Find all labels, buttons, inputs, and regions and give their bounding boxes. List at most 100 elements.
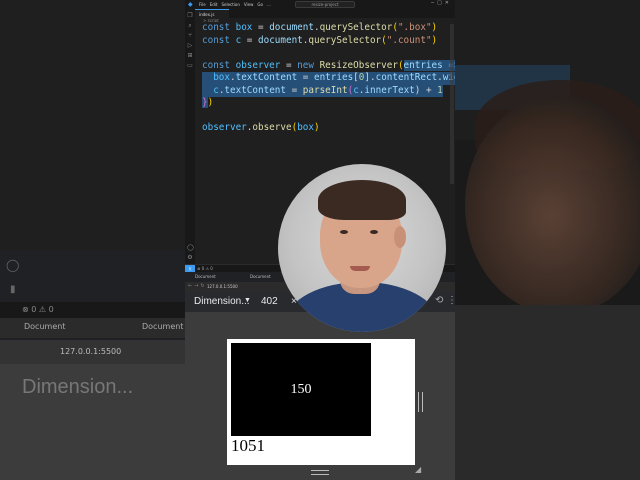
resize-handle-corner-icon[interactable]: ◢: [415, 465, 421, 474]
manage-gear-icon[interactable]: ⚙: [187, 255, 193, 261]
blurred-url: 127.0.0.1:5500: [0, 340, 185, 364]
token: querySelector: [308, 34, 382, 46]
editor-tab-bar: index.js: [195, 9, 455, 18]
token: box: [213, 72, 230, 83]
tab-index-js[interactable]: index.js: [195, 9, 229, 18]
explorer-icon[interactable]: ❐: [187, 13, 193, 19]
token: ResizeObserver: [319, 59, 398, 71]
source-control-icon[interactable]: ⑂: [187, 33, 193, 39]
token: observe: [252, 122, 292, 133]
caret-down-icon[interactable]: ▼: [244, 297, 251, 304]
background-right-blur: [455, 0, 640, 480]
code-line-6: c.textContent = parseInt(c.innerText) + …: [202, 84, 443, 97]
search-icon[interactable]: ⌕: [187, 23, 193, 29]
blurred-viewport: [455, 330, 640, 480]
token: ): [207, 97, 214, 108]
token: contentRect: [375, 72, 438, 83]
code-line-1: const box = document.querySelector(".box…: [202, 22, 437, 35]
background-left-blur: ◯ ▮ ⊗ 0 ⚠ 0 Document Document 127.0.0.1:…: [0, 0, 185, 480]
menu-edit[interactable]: Edit: [210, 2, 218, 7]
extensions-icon[interactable]: ⊞: [187, 53, 193, 59]
remote-icon[interactable]: ▭: [187, 63, 193, 69]
blurred-dimension-label: Dimension...: [22, 376, 134, 398]
token: entries: [403, 59, 443, 71]
token: observer: [235, 59, 281, 71]
menu-go[interactable]: Go: [257, 2, 263, 7]
problems-count[interactable]: ⊗ 0 ⚠ 0: [197, 266, 213, 271]
menu-selection[interactable]: Selection: [221, 2, 239, 7]
blurred-editor-area: [0, 0, 185, 250]
width-input[interactable]: 402: [261, 296, 278, 307]
presenter-eye-left: [340, 230, 348, 234]
presenter-mouth: [350, 266, 370, 271]
token: =: [280, 59, 298, 71]
token: const: [202, 34, 236, 46]
code-line-7: }): [202, 97, 213, 110]
menu-file[interactable]: File: [199, 2, 206, 7]
editor-scrollbar[interactable]: [450, 24, 454, 184]
menu-more[interactable]: ...: [267, 2, 271, 7]
token: 1: [437, 84, 443, 96]
remote-indicator-icon[interactable]: ⟩⟨: [185, 265, 195, 272]
presenter-ear: [394, 226, 406, 248]
token: innerText: [364, 84, 415, 96]
url-field[interactable]: 127.0.0.1:5500: [207, 284, 238, 289]
token: textContent: [224, 84, 286, 96]
browser-tab-document-2[interactable]: Document: [250, 274, 271, 279]
box-width-text: 150: [290, 382, 312, 397]
presenter-hair: [318, 180, 406, 220]
menu-view[interactable]: View: [244, 2, 254, 7]
token: textContent: [235, 72, 298, 83]
activity-bar: ❐ ⌕ ⑂ ▷ ⊞ ▭ ◯ ⚙: [185, 9, 195, 272]
blurred-face: [465, 95, 640, 315]
token: new: [297, 59, 320, 71]
resize-handle-right[interactable]: [418, 392, 423, 412]
token: =: [297, 72, 314, 83]
token: ".box": [397, 22, 432, 33]
code-line-5: box.textContent = entries[0].contentRect…: [202, 72, 455, 85]
browser-tab-document[interactable]: Document: [195, 274, 216, 279]
account-icon[interactable]: ◯: [187, 245, 194, 251]
token: entries: [313, 72, 354, 83]
webcam-overlay: [278, 164, 446, 332]
window-controls[interactable]: ─□✕: [431, 0, 452, 6]
blurred-tab-label: Document: [24, 322, 66, 331]
token: =: [252, 22, 270, 33]
presenter-eye-right: [370, 230, 378, 234]
blurred-devtools-bar: [455, 305, 640, 330]
code-line-4: const observer = new ResizeObserver(entr…: [202, 59, 455, 73]
token: const: [202, 59, 236, 71]
token: =: [241, 34, 258, 46]
token: ".count": [386, 34, 432, 46]
token: document: [258, 34, 303, 46]
code-line-2: const c = document.querySelector(".count…: [202, 35, 437, 48]
device-selector[interactable]: Dimension...: [194, 296, 250, 307]
account-icon: ◯: [6, 258, 20, 272]
vscode-menubar: ◆ File Edit Selection View Go ... resize…: [185, 0, 455, 9]
token: const: [202, 22, 236, 33]
token: observer: [202, 122, 247, 133]
token: ): [313, 122, 320, 133]
resize-box: 150: [231, 343, 371, 436]
settings-icon: ▮: [10, 284, 16, 295]
token: ): [431, 22, 438, 33]
blurred-status-bar: ⊗ 0 ⚠ 0: [0, 302, 185, 318]
rotate-icon[interactable]: ⟲: [435, 295, 443, 306]
resize-handle-bottom[interactable]: [311, 470, 329, 475]
device-viewport: 150 1051 ◢: [185, 312, 455, 480]
command-search[interactable]: resize-project: [295, 1, 355, 8]
code-line-9: observer.observe(box): [202, 122, 320, 135]
more-options-icon[interactable]: ⋮: [447, 295, 455, 306]
token: querySelector: [319, 22, 393, 33]
vscode-logo-icon: ◆: [188, 1, 193, 8]
token: ) +: [414, 84, 438, 96]
blurred-tab-label-2: Document: [142, 322, 184, 331]
nav-buttons-icon[interactable]: ←→↻: [188, 283, 207, 289]
token: ].: [364, 72, 376, 83]
run-debug-icon[interactable]: ▷: [187, 43, 193, 49]
token: ): [431, 34, 438, 46]
rendered-page: 150 1051: [227, 339, 415, 465]
token: document: [269, 22, 314, 33]
